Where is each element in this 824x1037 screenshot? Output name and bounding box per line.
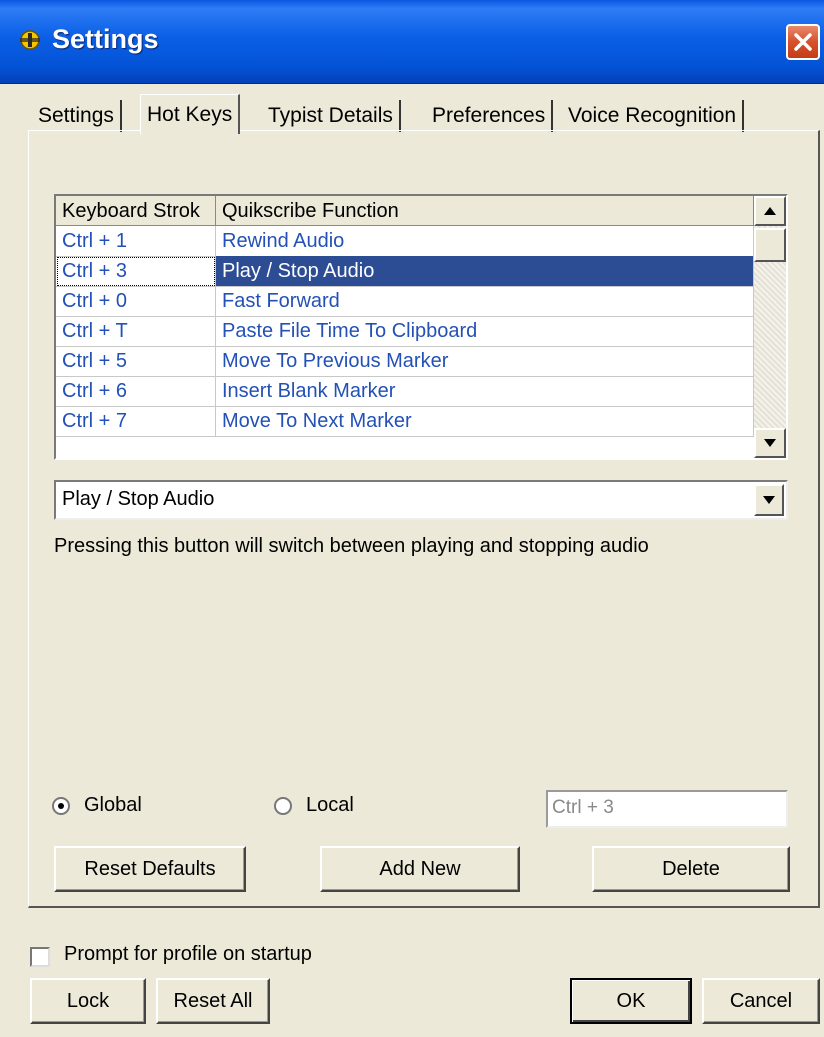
- prompt-profile-label[interactable]: Prompt for profile on startup: [64, 943, 312, 966]
- grid-header: Keyboard Strok Quikscribe Function: [56, 196, 754, 226]
- radio-local-indicator[interactable]: [274, 796, 292, 815]
- tab-settings[interactable]: Settings: [32, 100, 122, 132]
- function-select-value: Play / Stop Audio: [62, 488, 215, 510]
- lock-button[interactable]: Lock: [30, 978, 146, 1024]
- prompt-profile-checkbox[interactable]: [30, 947, 50, 967]
- hotkey-grid[interactable]: Keyboard Strok Quikscribe Function Ctrl …: [54, 194, 788, 460]
- table-cell-key: Ctrl + 0: [56, 286, 216, 317]
- ok-button[interactable]: OK: [570, 978, 692, 1024]
- table-cell-function: Move To Next Marker: [216, 406, 754, 437]
- tab-preferences[interactable]: Preferences: [426, 100, 554, 132]
- table-row[interactable]: Ctrl + 0 Fast Forward: [56, 286, 754, 317]
- radio-global-label: Global: [84, 794, 142, 816]
- close-button[interactable]: [786, 24, 820, 60]
- table-cell-function: Paste File Time To Clipboard: [216, 316, 754, 347]
- radio-global[interactable]: Global: [52, 794, 142, 817]
- table-row[interactable]: Ctrl + 6 Insert Blank Marker: [56, 376, 754, 407]
- table-cell-function: Move To Previous Marker: [216, 346, 754, 377]
- table-cell-key: Ctrl + 5: [56, 346, 216, 377]
- table-row[interactable]: Ctrl + 3 Play / Stop Audio: [56, 256, 754, 287]
- table-cell-key: Ctrl + 6: [56, 376, 216, 407]
- table-row[interactable]: Ctrl + 5 Move To Previous Marker: [56, 346, 754, 377]
- table-row[interactable]: Ctrl + 1 Rewind Audio: [56, 226, 754, 257]
- delete-button[interactable]: Delete: [592, 846, 790, 892]
- arrow-down-icon: [764, 439, 776, 447]
- add-new-button[interactable]: Add New: [320, 846, 520, 892]
- radio-global-indicator[interactable]: [52, 796, 70, 815]
- tab-typist-details[interactable]: Typist Details: [262, 100, 401, 132]
- table-cell-key: Ctrl + T: [56, 316, 216, 347]
- function-select-dropdown-button[interactable]: [754, 484, 784, 516]
- table-cell-function: Fast Forward: [216, 286, 754, 317]
- radio-local-label: Local: [306, 794, 354, 816]
- close-icon: [794, 33, 812, 51]
- reset-defaults-button[interactable]: Reset Defaults: [54, 846, 246, 892]
- table-cell-key: Ctrl + 3: [56, 256, 216, 287]
- tab-voice-recognition[interactable]: Voice Recognition: [562, 100, 745, 132]
- window-title: Settings: [52, 24, 159, 54]
- radio-local[interactable]: Local: [274, 794, 354, 817]
- table-cell-key: Ctrl + 1: [56, 226, 216, 257]
- column-header-quikscribe-function[interactable]: Quikscribe Function: [216, 196, 754, 226]
- title-bar[interactable]: Settings: [0, 0, 824, 84]
- scroll-up-button[interactable]: [754, 196, 786, 226]
- table-row[interactable]: Ctrl + 7 Move To Next Marker: [56, 406, 754, 437]
- reset-all-button[interactable]: Reset All: [156, 978, 270, 1024]
- chevron-down-icon: [763, 496, 775, 504]
- grid-scrollbar[interactable]: [754, 196, 786, 458]
- hotkey-capture-field[interactable]: Ctrl + 3: [546, 790, 788, 828]
- table-cell-function: Rewind Audio: [216, 226, 754, 257]
- table-row[interactable]: Ctrl + T Paste File Time To Clipboard: [56, 316, 754, 347]
- function-select[interactable]: Play / Stop Audio: [54, 480, 788, 520]
- quikscribe-app-icon: [18, 28, 42, 52]
- arrow-up-icon: [764, 207, 776, 215]
- table-cell-function: Play / Stop Audio: [216, 256, 754, 287]
- table-cell-key: Ctrl + 7: [56, 406, 216, 437]
- function-description: Pressing this button will switch between…: [54, 535, 649, 557]
- table-cell-function: Insert Blank Marker: [216, 376, 754, 407]
- cancel-button[interactable]: Cancel: [702, 978, 820, 1024]
- tab-hot-keys[interactable]: Hot Keys: [140, 94, 241, 134]
- scroll-thumb[interactable]: [754, 228, 786, 262]
- column-header-keyboard-stroke[interactable]: Keyboard Strok: [56, 196, 216, 226]
- scroll-down-button[interactable]: [754, 428, 786, 458]
